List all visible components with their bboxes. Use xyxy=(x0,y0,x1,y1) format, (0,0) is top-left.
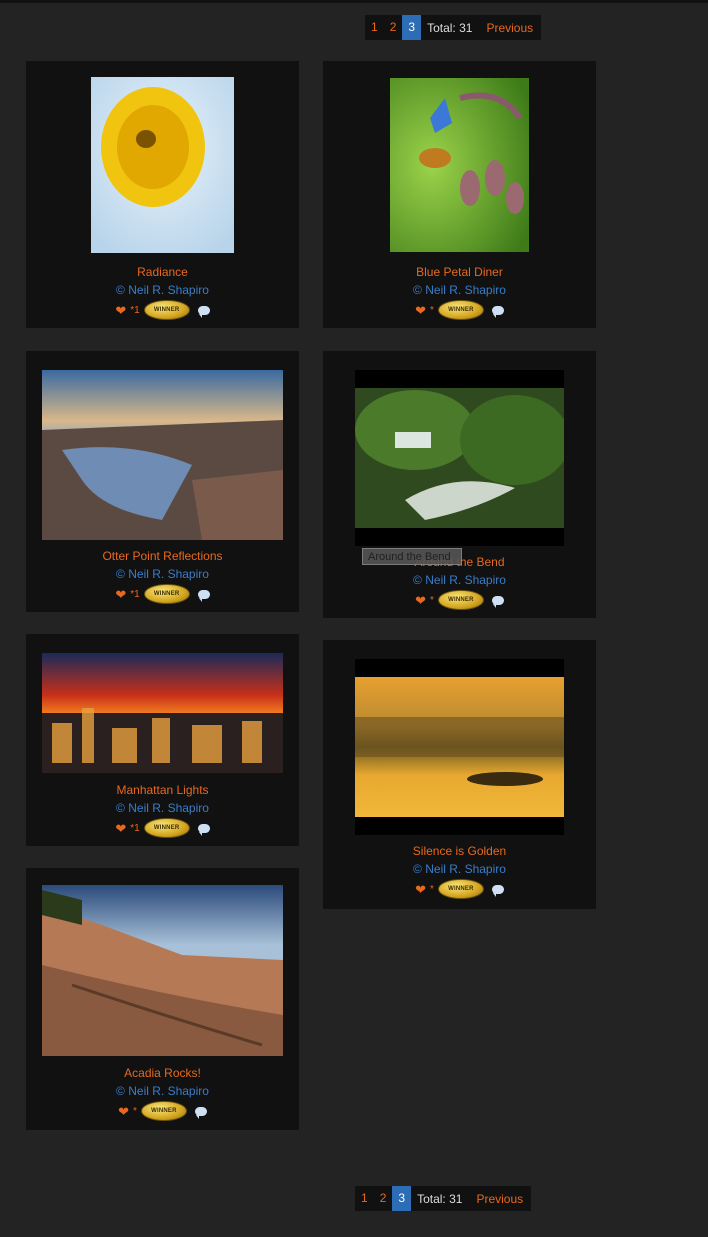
like-count: * xyxy=(430,594,434,606)
winner-badge-icon: WINNER xyxy=(437,300,484,320)
winner-badge-icon: WINNER xyxy=(437,590,484,610)
photo-meta: ❤ * WINNER xyxy=(323,590,596,610)
previous-link[interactable]: Previous xyxy=(480,21,541,35)
photo-thumbnail[interactable] xyxy=(355,659,564,835)
photo-credit[interactable]: © Neil R. Shapiro xyxy=(26,801,299,815)
photo-card: Otter Point Reflections © Neil R. Shapir… xyxy=(26,351,299,612)
heart-icon[interactable]: ❤ xyxy=(118,1105,129,1118)
photo-meta: ❤ * WINNER xyxy=(26,1101,299,1121)
photo-meta: ❤ *1 WINNER xyxy=(26,584,299,604)
winner-badge-icon: WINNER xyxy=(143,584,190,604)
page-link-2[interactable]: 2 xyxy=(374,1186,393,1211)
page-link-3-current[interactable]: 3 xyxy=(392,1186,412,1211)
previous-link[interactable]: Previous xyxy=(470,1192,531,1206)
photo-credit[interactable]: © Neil R. Shapiro xyxy=(26,567,299,581)
photo-card: Silence is Golden © Neil R. Shapiro ❤ * … xyxy=(323,640,596,909)
like-count: *1 xyxy=(130,304,140,316)
like-count: * xyxy=(133,1105,137,1117)
page-link-1[interactable]: 1 xyxy=(365,15,384,40)
pagination-bottom: 1 2 3 Total: 31 Previous xyxy=(355,1186,532,1211)
winner-badge-icon: WINNER xyxy=(140,1101,187,1121)
photo-thumbnail[interactable] xyxy=(91,77,234,253)
photo-title[interactable]: Manhattan Lights xyxy=(26,783,299,797)
photo-thumbnail[interactable] xyxy=(42,885,283,1056)
photo-thumbnail[interactable] xyxy=(390,78,529,252)
comment-bubble-icon[interactable] xyxy=(491,595,504,608)
winner-badge-icon: WINNER xyxy=(437,879,484,899)
page-link-3-current[interactable]: 3 xyxy=(402,15,422,40)
photo-credit[interactable]: © Neil R. Shapiro xyxy=(26,1084,299,1098)
winner-badge-icon: WINNER xyxy=(143,818,190,838)
photo-credit[interactable]: © Neil R. Shapiro xyxy=(26,283,299,297)
comment-bubble-icon[interactable] xyxy=(197,823,210,836)
photo-meta: ❤ * WINNER xyxy=(323,879,596,899)
photo-title[interactable]: Otter Point Reflections xyxy=(26,549,299,563)
heart-icon[interactable]: ❤ xyxy=(415,594,426,607)
photo-meta: ❤ *1 WINNER xyxy=(26,818,299,838)
heart-icon[interactable]: ❤ xyxy=(115,588,126,601)
pagination-top: 1 2 3 Total: 31 Previous xyxy=(365,15,542,40)
photo-title[interactable]: Radiance xyxy=(26,265,299,279)
photo-credit[interactable]: © Neil R. Shapiro xyxy=(323,862,596,876)
heart-icon[interactable]: ❤ xyxy=(415,304,426,317)
photo-credit[interactable]: © Neil R. Shapiro xyxy=(323,573,596,587)
page-link-1[interactable]: 1 xyxy=(355,1186,374,1211)
total-count: Total: 31 xyxy=(417,1191,463,1206)
heart-icon[interactable]: ❤ xyxy=(115,304,126,317)
comment-bubble-icon[interactable] xyxy=(197,305,210,318)
photo-thumbnail[interactable] xyxy=(355,370,564,546)
heart-icon[interactable]: ❤ xyxy=(415,883,426,896)
photo-meta: ❤ *1 WINNER xyxy=(26,300,299,320)
comment-bubble-icon[interactable] xyxy=(197,589,210,602)
like-count: * xyxy=(430,304,434,316)
photo-card: Radiance © Neil R. Shapiro ❤ *1 WINNER xyxy=(26,61,299,328)
like-count: * xyxy=(430,883,434,895)
photo-title[interactable]: Silence is Golden xyxy=(323,844,596,858)
photo-thumbnail[interactable] xyxy=(42,653,283,773)
photo-thumbnail[interactable] xyxy=(42,370,283,540)
photo-meta: ❤ * WINNER xyxy=(323,300,596,320)
photo-card: Blue Petal Diner © Neil R. Shapiro ❤ * W… xyxy=(323,61,596,328)
page-link-2[interactable]: 2 xyxy=(384,15,403,40)
total-count: Total: 31 xyxy=(427,20,473,35)
comment-bubble-icon[interactable] xyxy=(194,1106,207,1119)
like-count: *1 xyxy=(130,588,140,600)
heart-icon[interactable]: ❤ xyxy=(115,822,126,835)
photo-title[interactable]: Blue Petal Diner xyxy=(323,265,596,279)
comment-bubble-icon[interactable] xyxy=(491,305,504,318)
photo-card: Manhattan Lights © Neil R. Shapiro ❤ *1 … xyxy=(26,634,299,846)
photo-card: Acadia Rocks! © Neil R. Shapiro ❤ * WINN… xyxy=(26,868,299,1130)
tooltip: Around the Bend xyxy=(362,548,462,565)
comment-bubble-icon[interactable] xyxy=(491,884,504,897)
like-count: *1 xyxy=(130,822,140,834)
photo-title[interactable]: Acadia Rocks! xyxy=(26,1066,299,1080)
winner-badge-icon: WINNER xyxy=(143,300,190,320)
photo-card: Around the Bend © Neil R. Shapiro ❤ * WI… xyxy=(323,351,596,618)
photo-credit[interactable]: © Neil R. Shapiro xyxy=(323,283,596,297)
